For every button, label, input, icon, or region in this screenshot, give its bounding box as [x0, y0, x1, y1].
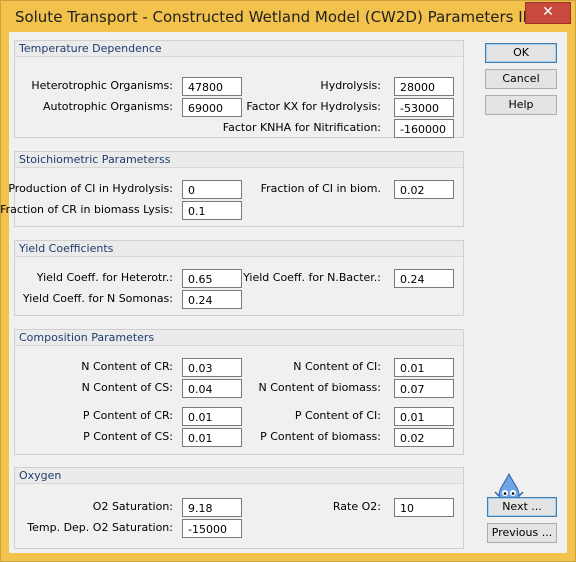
yield-coefficients-group: Yield Coefficients Yield Coeff. for Hete…	[14, 240, 464, 316]
help-button[interactable]: Help	[485, 95, 557, 115]
p-content-cs-label: P Content of CS:	[83, 430, 173, 443]
previous-button[interactable]: Previous ...	[487, 523, 557, 543]
heterotrophic-organisms-field[interactable]: 47800	[182, 77, 242, 96]
fraction-cr-lysis-field[interactable]: 0.1	[182, 201, 242, 220]
heterotrophic-organisms-label: Heterotrophic Organisms:	[31, 79, 173, 92]
n-content-ci-field[interactable]: 0.01	[394, 358, 454, 377]
dialog-client-area: Temperature Dependence Heterotrophic Org…	[0, 32, 567, 553]
ok-button[interactable]: OK	[485, 43, 557, 63]
yield-heterotr-label: Yield Coeff. for Heterotr.:	[36, 271, 173, 284]
p-content-cs-field[interactable]: 0.01	[182, 428, 242, 447]
parameters-dialog: Solute Transport - Constructed Wetland M…	[0, 0, 576, 562]
composition-parameters-group: Composition Parameters N Content of CR: …	[14, 329, 464, 455]
temp-dep-o2-saturation-field[interactable]: -15000	[182, 519, 242, 538]
temperature-dependence-group: Temperature Dependence Heterotrophic Org…	[14, 40, 464, 138]
autotrophic-organisms-label: Autotrophic Organisms:	[42, 100, 173, 113]
temperature-dependence-header: Temperature Dependence	[15, 41, 463, 57]
yield-heterotr-field[interactable]: 0.65	[182, 269, 242, 288]
hydrolysis-label: Hydrolysis:	[320, 79, 381, 92]
oxygen-header: Oxygen	[15, 468, 463, 484]
stoichiometric-header: Stoichiometric Parameterss	[15, 152, 463, 168]
yield-nbacter-label: Yield Coeff. for N.Bacter.:	[243, 271, 381, 284]
cancel-button[interactable]: Cancel	[485, 69, 557, 89]
o2-saturation-label: O2 Saturation:	[92, 500, 173, 513]
p-content-biomass-label: P Content of biomass:	[260, 430, 381, 443]
n-content-cs-label: N Content of CS:	[81, 381, 173, 394]
title-bar[interactable]: Solute Transport - Constructed Wetland M…	[1, 1, 575, 31]
p-content-biomass-field[interactable]: 0.02	[394, 428, 454, 447]
yield-nbacter-field[interactable]: 0.24	[394, 269, 454, 288]
temp-dep-o2-saturation-label: Temp. Dep. O2 Saturation:	[27, 521, 173, 534]
production-ci-hydrolysis-field[interactable]: 0	[182, 180, 242, 199]
n-content-cr-field[interactable]: 0.03	[182, 358, 242, 377]
production-ci-hydrolysis-label: Production of CI in Hydrolysis:	[8, 182, 173, 195]
window-title: Solute Transport - Constructed Wetland M…	[14, 8, 528, 26]
rate-o2-field[interactable]: 10	[394, 498, 454, 517]
factor-kx-hydrolysis-field[interactable]: -53000	[394, 98, 454, 117]
p-content-ci-label: P Content of CI:	[294, 409, 381, 422]
oxygen-group: Oxygen O2 Saturation: 9.18 Temp. Dep. O2…	[14, 467, 464, 549]
n-content-ci-label: N Content of CI:	[293, 360, 381, 373]
yield-nsomonas-field[interactable]: 0.24	[182, 290, 242, 309]
autotrophic-organisms-field[interactable]: 69000	[182, 98, 242, 117]
n-content-biomass-field[interactable]: 0.07	[394, 379, 454, 398]
rate-o2-label: Rate O2:	[332, 500, 381, 513]
fraction-cr-lysis-label: Fraction of CR in biomass Lysis:	[0, 203, 173, 216]
fraction-ci-biom-label: Fraction of CI in biom.	[260, 182, 381, 195]
yield-coefficients-header: Yield Coefficients	[15, 241, 463, 257]
composition-parameters-header: Composition Parameters	[15, 330, 463, 346]
n-content-cs-field[interactable]: 0.04	[182, 379, 242, 398]
n-content-biomass-label: N Content of biomass:	[258, 381, 381, 394]
yield-nsomonas-label: Yield Coeff. for N Somonas:	[22, 292, 173, 305]
factor-kx-hydrolysis-label: Factor KX for Hydrolysis:	[246, 100, 381, 113]
next-button[interactable]: Next ...	[487, 497, 557, 517]
fraction-ci-biom-field[interactable]: 0.02	[394, 180, 454, 199]
factor-knha-nitrification-field[interactable]: -160000	[394, 119, 454, 138]
hydrolysis-field[interactable]: 28000	[394, 77, 454, 96]
o2-saturation-field[interactable]: 9.18	[182, 498, 242, 517]
stoichiometric-group: Stoichiometric Parameterss Production of…	[0, 151, 464, 227]
p-content-cr-field[interactable]: 0.01	[182, 407, 242, 426]
close-button[interactable]: ✕	[525, 2, 571, 24]
n-content-cr-label: N Content of CR:	[81, 360, 173, 373]
p-content-ci-field[interactable]: 0.01	[394, 407, 454, 426]
p-content-cr-label: P Content of CR:	[82, 409, 173, 422]
factor-knha-nitrification-label: Factor KNHA for Nitrification:	[222, 121, 381, 134]
